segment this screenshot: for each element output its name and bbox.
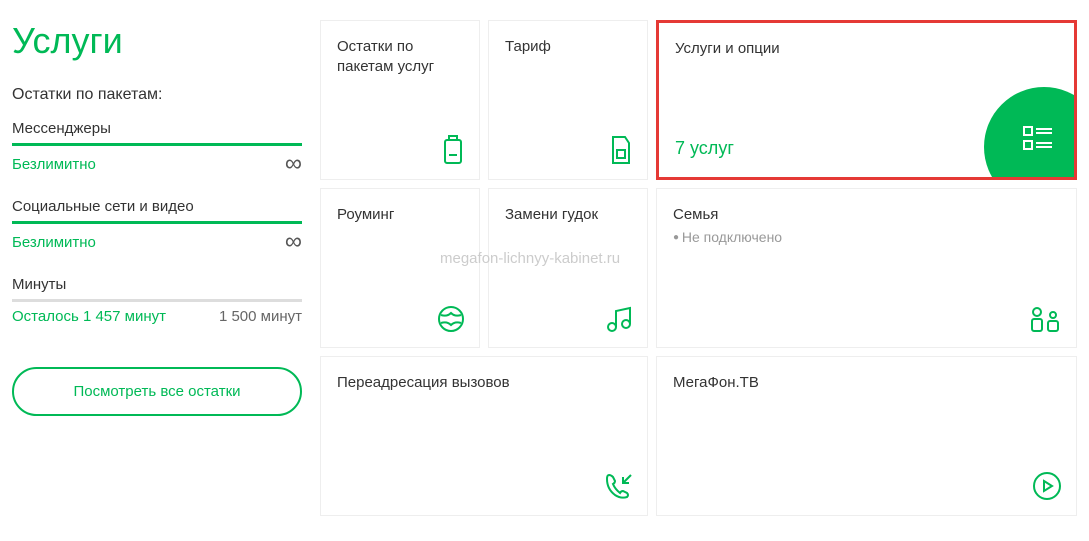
usage-label: Минуты — [12, 276, 302, 293]
phone-forward-icon — [603, 471, 633, 501]
card-forwarding[interactable]: Переадресация вызовов — [320, 356, 648, 516]
card-footer: 7 услуг — [675, 138, 734, 159]
usage-label: Социальные сети и видео — [12, 198, 302, 215]
card-title: Тариф — [505, 37, 631, 57]
card-tariff[interactable]: Тариф — [488, 20, 648, 180]
music-icon — [605, 305, 633, 333]
card-title: Замени гудок — [505, 205, 631, 225]
globe-icon — [437, 305, 465, 333]
usage-label: Мессенджеры — [12, 120, 302, 137]
play-icon — [1032, 471, 1062, 501]
card-title: Переадресация вызовов — [337, 373, 631, 393]
infinity-icon: ∞ — [285, 152, 302, 176]
card-tv[interactable]: МегаФон.ТВ — [656, 356, 1077, 516]
card-title: Остатки по пакетам услуг — [337, 37, 463, 76]
usage-status: Безлимитно ∞ — [12, 152, 302, 176]
usage-status-text: Безлимитно — [12, 234, 96, 251]
view-all-button[interactable]: Посмотреть все остатки — [12, 367, 302, 416]
usage-status-text: Осталось 1 457 минут — [12, 308, 166, 325]
card-family[interactable]: Семья Не подключено — [656, 188, 1077, 348]
card-subtitle: Не подключено — [673, 229, 1060, 245]
usage-status: Безлимитно ∞ — [12, 230, 302, 254]
usage-bar — [12, 221, 302, 224]
card-title: Услуги и опции — [675, 39, 1058, 59]
usage-item-messengers: Мессенджеры Безлимитно ∞ — [12, 120, 302, 176]
section-header: Остатки по пакетам: — [12, 86, 302, 104]
page-title: Услуги — [12, 20, 302, 62]
list-icon — [1022, 125, 1054, 153]
card-services-options[interactable]: Услуги и опции 7 услуг — [656, 20, 1077, 180]
usage-status-text: Безлимитно — [12, 156, 96, 173]
card-packages[interactable]: Остатки по пакетам услуг — [320, 20, 480, 180]
cards-grid: Остатки по пакетам услуг Тариф Услуги и … — [320, 20, 1077, 529]
usage-bar — [12, 143, 302, 146]
card-title: Семья — [673, 205, 1060, 225]
card-ringtone[interactable]: Замени гудок — [488, 188, 648, 348]
sidebar: Услуги Остатки по пакетам: Мессенджеры Б… — [12, 20, 302, 529]
infinity-icon: ∞ — [285, 230, 302, 254]
card-title: МегаФон.ТВ — [673, 373, 1060, 393]
usage-item-minutes: Минуты Осталось 1 457 минут 1 500 минут — [12, 276, 302, 325]
usage-status: Осталось 1 457 минут 1 500 минут — [12, 308, 302, 325]
usage-total: 1 500 минут — [219, 308, 302, 325]
battery-icon — [441, 135, 465, 165]
usage-bar — [12, 299, 302, 302]
people-icon — [1028, 305, 1062, 333]
sim-icon — [609, 135, 633, 165]
usage-item-social: Социальные сети и видео Безлимитно ∞ — [12, 198, 302, 254]
card-title: Роуминг — [337, 205, 463, 225]
card-roaming[interactable]: Роуминг — [320, 188, 480, 348]
